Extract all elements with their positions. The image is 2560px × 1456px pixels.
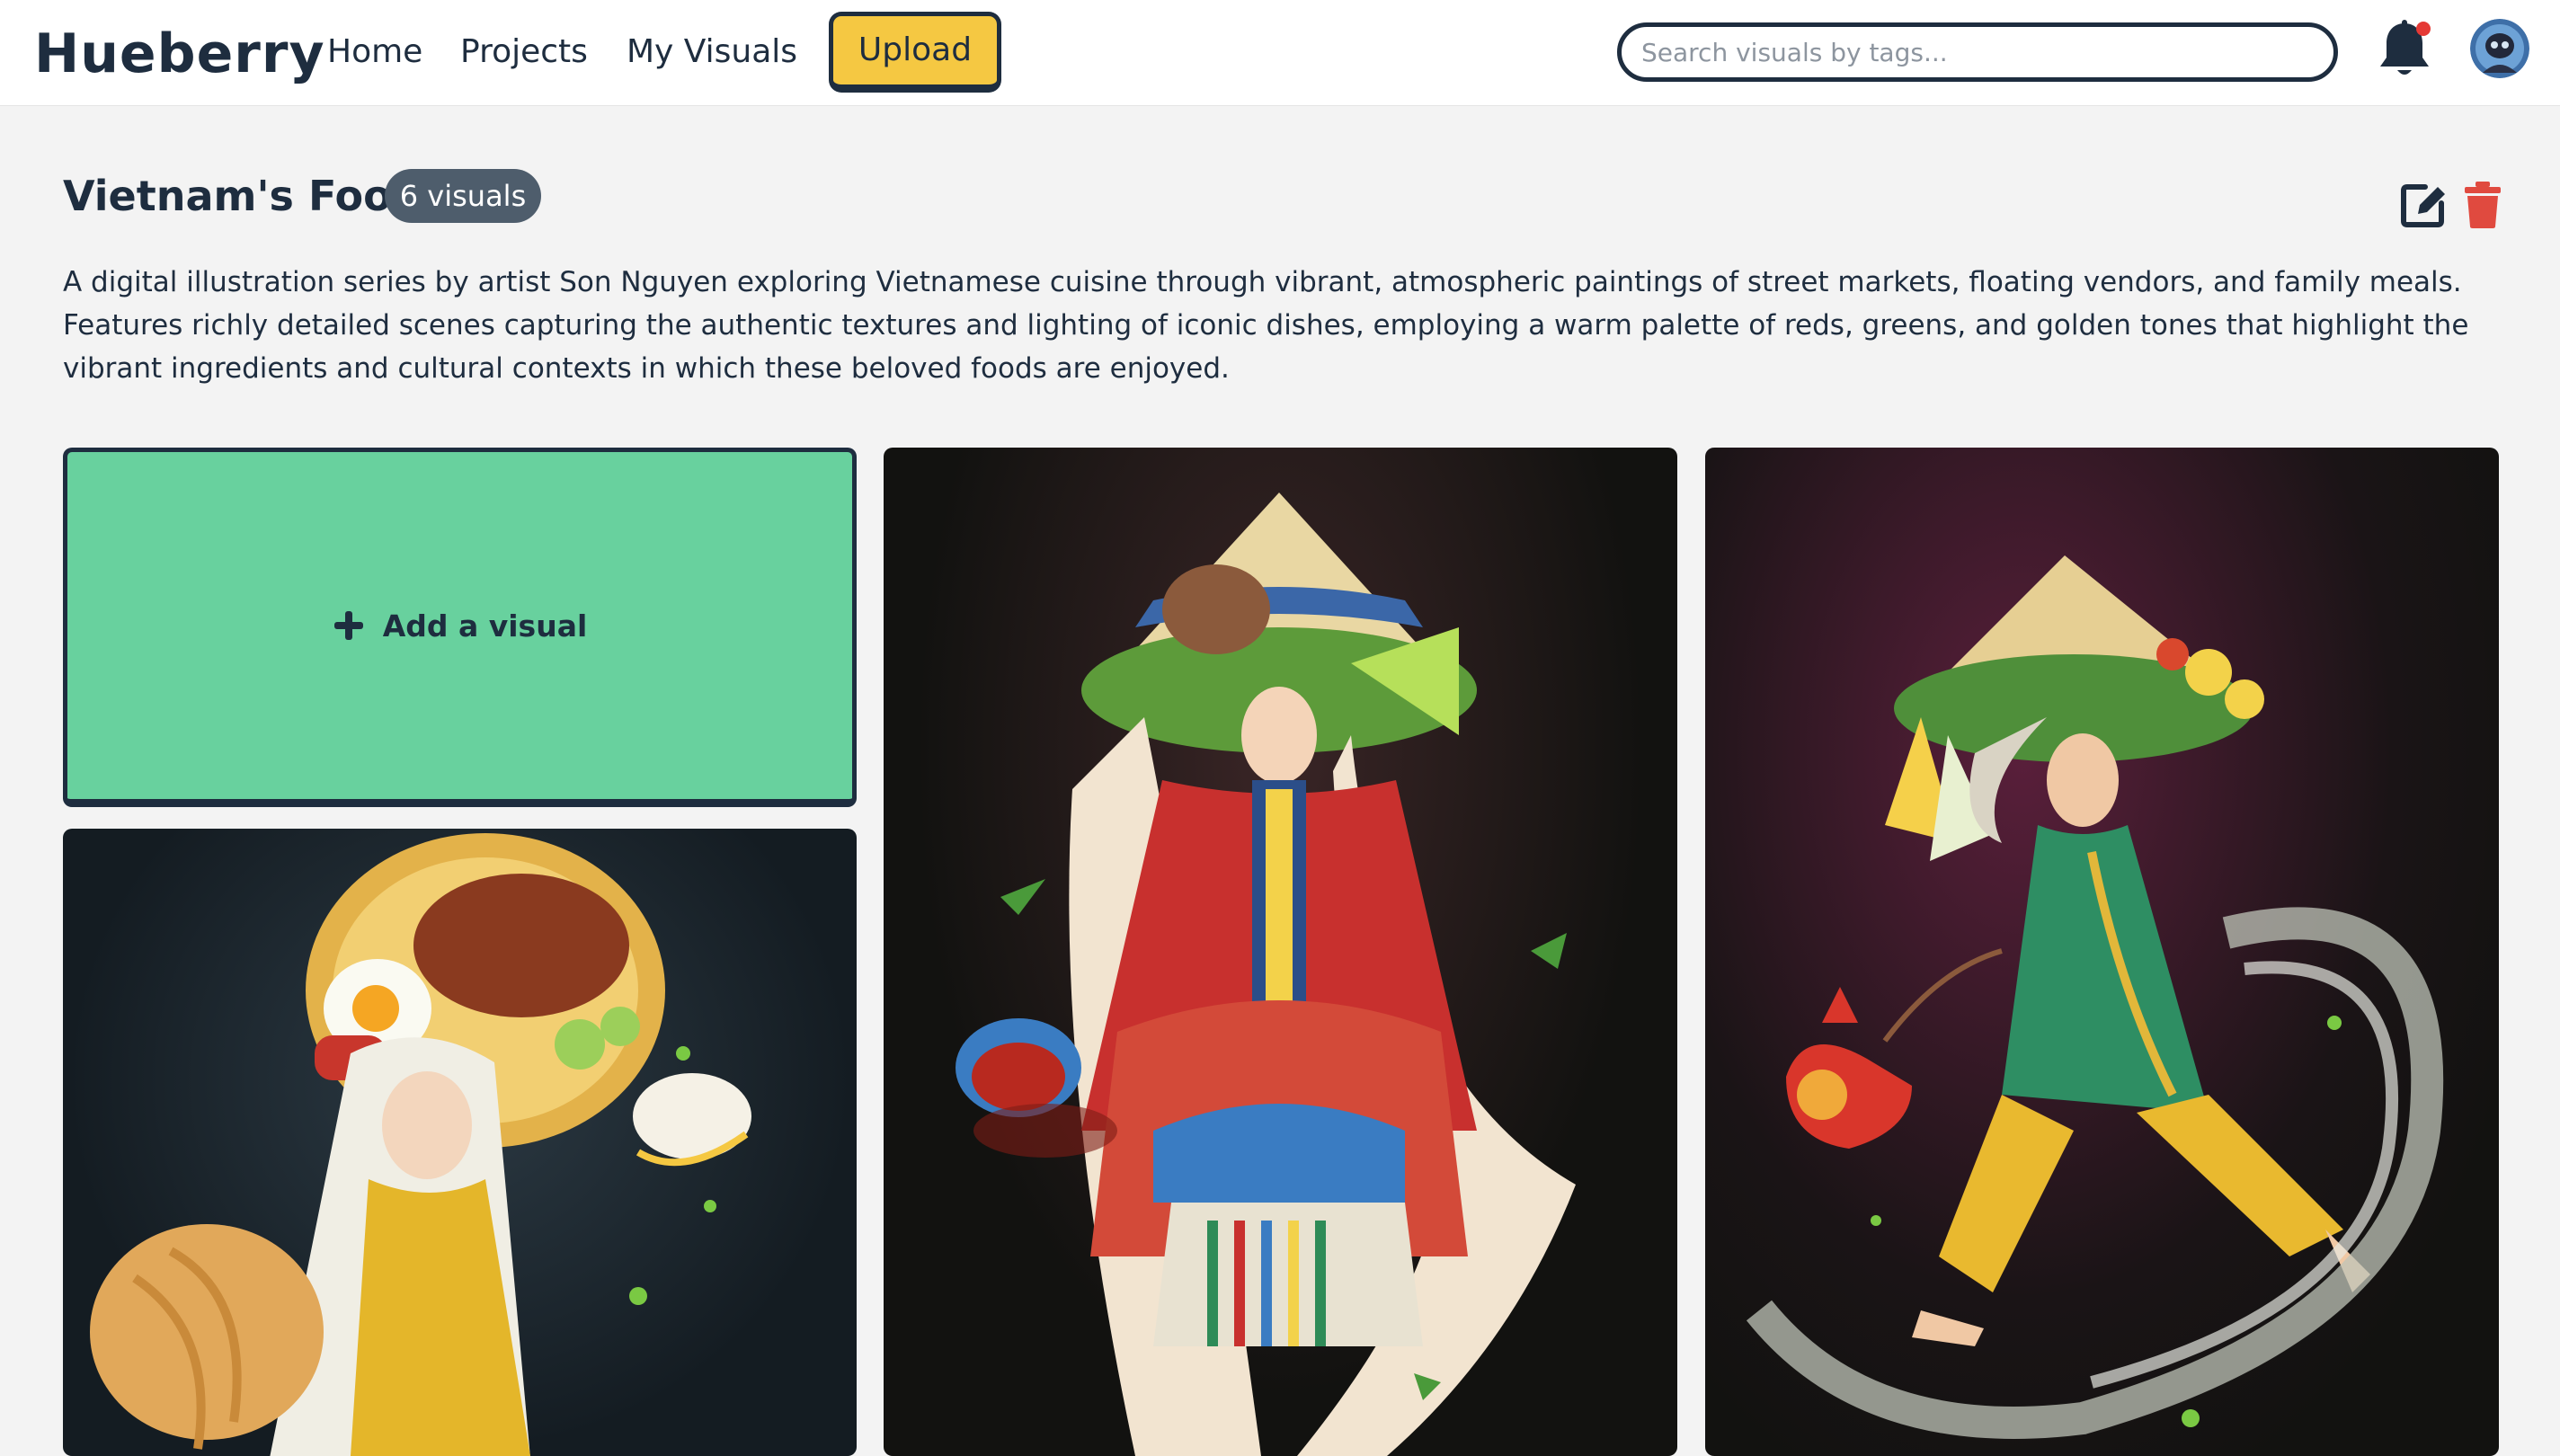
- notification-bell-icon[interactable]: [2375, 18, 2434, 81]
- search-input[interactable]: [1641, 27, 2307, 77]
- user-avatar[interactable]: [2470, 19, 2529, 78]
- visual-count-badge: 6 visuals: [385, 169, 541, 223]
- project-description: A digital illustration series by artist …: [63, 266, 2469, 385]
- page-title: Vietnam's Food: [63, 172, 422, 220]
- plus-icon: [333, 611, 363, 640]
- visual-card-1[interactable]: [63, 829, 857, 1456]
- add-visual-label: Add a visual: [382, 608, 588, 644]
- brand-logo[interactable]: Hueberry: [34, 18, 325, 90]
- nav-link-projects[interactable]: Projects: [460, 27, 588, 77]
- visual-card-2[interactable]: [884, 448, 1677, 1456]
- nav-link-home[interactable]: Home: [327, 27, 422, 77]
- edit-icon[interactable]: [2398, 180, 2449, 230]
- nav-link-my-visuals[interactable]: My Visuals: [627, 27, 797, 77]
- visual-illustration-glass-noodles: [1746, 555, 2444, 1439]
- trash-icon[interactable]: [2463, 180, 2502, 230]
- top-navbar: Hueberry Home Projects My Visuals Upload: [0, 0, 2560, 106]
- visual-illustration-rice-dish: [90, 833, 751, 1456]
- search-box: [1617, 22, 2338, 82]
- add-visual-card[interactable]: Add a visual: [63, 448, 857, 807]
- upload-button[interactable]: Upload: [829, 12, 1001, 93]
- visual-illustration-noodle-soup: [956, 493, 1576, 1456]
- notification-dot-icon: [2416, 22, 2431, 36]
- visual-card-3[interactable]: [1705, 448, 2499, 1456]
